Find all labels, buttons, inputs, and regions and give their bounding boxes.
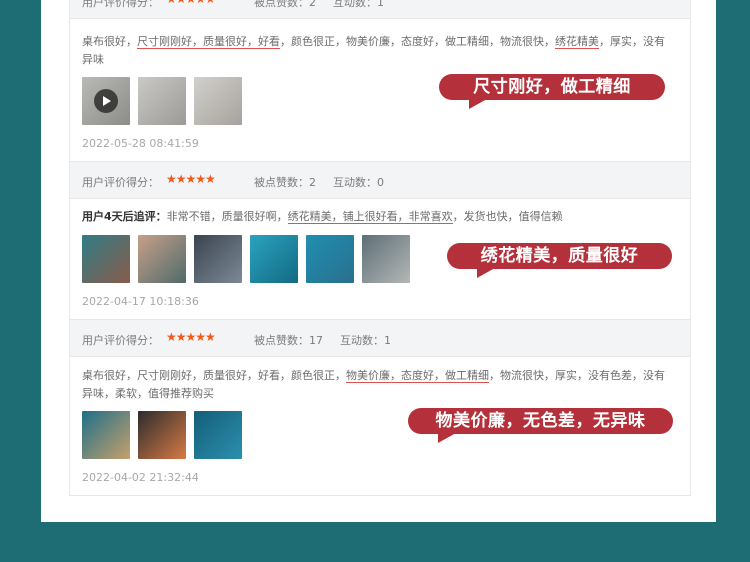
review-date: 2022-04-02 21:32:44 [82,471,199,484]
review-header: 用户评价得分： ★★★★★ 被点赞数：17 互动数：1 [70,319,690,357]
likes-count: 被点赞数：17 [254,334,323,347]
highlight-bubble: 绣花精美，质量很好 [447,243,672,278]
highlight-bubble: 尺寸刚好，做工精细 [439,74,665,109]
review-image[interactable] [82,235,130,283]
star-rating: ★★★★★ [166,0,216,6]
review-text: 用户4天后追评：非常不错，质量很好啊，绣花精美，铺上很好看，非常喜欢，发货也快，… [82,210,563,224]
review-date: 2022-05-28 08:41:59 [82,137,199,150]
follow-up-label: 用户4天后追评： [82,210,167,223]
review-image[interactable] [82,77,130,125]
review-list: 用户评价得分： ★★★★★ 被点赞数：2 互动数：1 桌布很好，尺寸刚刚好，质量… [69,0,691,496]
likes-count: 被点赞数：2 [254,176,316,189]
review-image[interactable] [306,235,354,283]
review-date: 2022-04-17 10:18:36 [82,295,199,308]
rating-label: 用户评价得分： [82,0,159,9]
likes-count: 被点赞数：2 [254,0,316,9]
review-image[interactable] [194,411,242,459]
review-text: 桌布很好，尺寸刚刚好，质量很好，好看，颜色很正，物美价廉，态度好，做工精细，物流… [82,369,665,400]
review-image[interactable] [138,235,186,283]
star-rating: ★★★★★ [166,172,216,186]
review-image[interactable] [138,77,186,125]
review-header: 用户评价得分： ★★★★★ 被点赞数：2 互动数：1 [70,0,690,19]
highlight-bubble: 物美价廉，无色差，无异味 [408,408,673,443]
rating-label: 用户评价得分： [82,176,159,189]
review-image[interactable] [138,411,186,459]
play-icon[interactable] [94,89,118,113]
rating-label: 用户评价得分： [82,334,159,347]
interaction-count: 互动数：1 [340,334,391,347]
review-image[interactable] [250,235,298,283]
interaction-count: 互动数：0 [333,176,384,189]
review-image[interactable] [194,235,242,283]
content-panel: 用户评价得分： ★★★★★ 被点赞数：2 互动数：1 桌布很好，尺寸刚刚好，质量… [41,0,716,522]
review-text: 桌布很好，尺寸刚刚好，质量很好，好看，颜色很正，物美价廉，态度好，做工精细，物流… [82,35,665,66]
review-image[interactable] [82,411,130,459]
star-rating: ★★★★★ [166,330,216,344]
interaction-count: 互动数：1 [333,0,384,9]
review-image[interactable] [362,235,410,283]
review-image[interactable] [194,77,242,125]
review-header: 用户评价得分： ★★★★★ 被点赞数：2 互动数：0 [70,161,690,199]
